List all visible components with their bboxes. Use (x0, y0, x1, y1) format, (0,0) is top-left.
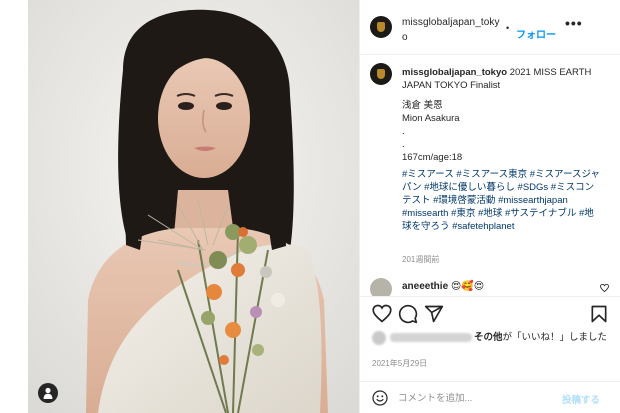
caption-dot: . (402, 139, 405, 150)
comment-row: aneeethie 😍🥰😍 (360, 276, 620, 300)
comment-heart-icon[interactable] (600, 284, 609, 292)
caption-hashtags[interactable]: #ミスアース #ミスアース東京 #ミスアースジャパン #地球に優しい暮らし #S… (402, 168, 602, 233)
comment-username[interactable]: aneeethie (402, 281, 448, 292)
comment-input[interactable] (398, 390, 548, 406)
header-username[interactable]: missglobaljapan_tokyo (402, 15, 502, 45)
comment-icon[interactable] (398, 304, 418, 324)
post-photo[interactable] (28, 0, 359, 413)
emoji-icon[interactable] (372, 390, 388, 406)
likes-suffix: が「いいね！」しました (502, 332, 608, 343)
caption: missglobaljapan_tokyo 2021 MISS EARTH JA… (360, 56, 620, 276)
caption-avatar[interactable] (370, 63, 392, 85)
post-date[interactable]: 2021年5月29日 (372, 358, 427, 369)
heart-icon[interactable] (372, 304, 392, 324)
liker-name-blurred[interactable] (390, 332, 472, 342)
time-ago[interactable]: 201週間前 (402, 254, 439, 265)
separator-dot: • (506, 23, 510, 33)
avatar[interactable] (370, 16, 392, 38)
user-tag-button[interactable] (38, 383, 58, 403)
post-side-panel: missglobaljapan_tokyo • フォロー ••• missglo… (359, 0, 620, 413)
add-comment-bar: 投稿する (360, 381, 620, 413)
share-icon[interactable] (424, 304, 444, 324)
likes-summary: その他が「いいね！」しました (372, 329, 612, 346)
user-tag-icon (43, 387, 53, 399)
likes-others[interactable]: その他 (474, 332, 503, 343)
caption-name-en: Mion Asakura (402, 113, 460, 124)
comment-body: 😍🥰😍 (450, 281, 485, 292)
comment-text: aneeethie 😍🥰😍 (402, 281, 484, 292)
more-icon[interactable]: ••• (565, 15, 583, 31)
follow-button[interactable]: フォロー (516, 26, 556, 41)
caption-stats: 167cm/age:18 (402, 152, 463, 163)
photo-illustration (28, 0, 359, 413)
caption-username[interactable]: missglobaljapan_tokyo (402, 67, 507, 78)
post-actions: その他が「いいね！」しました 2021年5月29日 投稿する (360, 296, 620, 413)
caption-dot: . (402, 126, 405, 137)
caption-body: missglobaljapan_tokyo 2021 MISS EARTH JA… (402, 66, 602, 233)
bookmark-icon[interactable] (589, 304, 609, 324)
post-comment-button[interactable]: 投稿する (562, 392, 600, 406)
post-header: missglobaljapan_tokyo • フォロー ••• (360, 0, 620, 55)
caption-name-jp: 浅倉 美恩 (402, 100, 443, 111)
